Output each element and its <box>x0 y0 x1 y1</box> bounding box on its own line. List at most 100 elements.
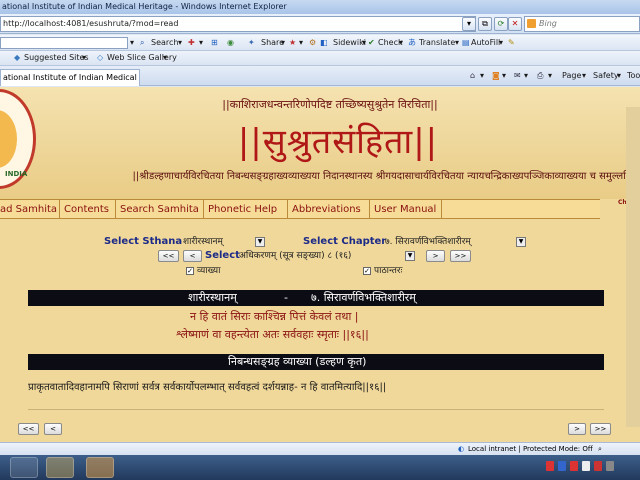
bottom-prev-button[interactable]: < <box>44 423 62 435</box>
page-menu[interactable]: Page <box>562 70 581 82</box>
commentary-header-bar: निबन्धसङ्ग्रह व्याख्या (डल्हण कृत) <box>28 354 604 370</box>
divider <box>28 409 604 410</box>
banner-main-title: ||सुश्रुतसंहिता|| <box>237 122 439 162</box>
mail-icon[interactable]: ✉ <box>514 70 521 82</box>
suggested-sites-link[interactable]: Suggested Sites <box>24 52 89 64</box>
toolbar-dropdown-icon[interactable]: ▾ <box>455 37 459 49</box>
suggested-sites-dropdown-icon[interactable]: ▾ <box>82 52 86 64</box>
search-icon: ⌕ <box>140 38 145 47</box>
adhikarana-select[interactable]: अधिकरणम् (सूत्र सङ्ख्या) ८ (१६) <box>239 250 351 263</box>
toolbar-dropdown-icon[interactable]: ▾ <box>399 37 403 49</box>
header-dash: - <box>284 291 288 304</box>
select-sthana-label: Select Sthana <box>104 236 183 247</box>
banner-subtitle-bottom: ||श्रीडल्हणाचार्यविरचितया निबन्धसङ्ग्रहा… <box>132 171 640 182</box>
autofill-icon: ▤ <box>462 38 470 47</box>
menu-phonetic-help[interactable]: Phonetic Help <box>204 200 288 219</box>
window-title-bar: ational Institute of Indian Medical Heri… <box>0 0 640 14</box>
security-zone-text: Local intranet | Protected Mode: Off <box>468 445 593 453</box>
translate-button[interactable]: Translate <box>419 37 455 49</box>
safety-menu[interactable]: Safety <box>593 70 619 82</box>
last-verse-button[interactable]: >> <box>450 250 471 262</box>
bookmark-icon[interactable]: ✚ <box>188 37 195 49</box>
main-menu: ad Samhita Contents Search Samhita Phone… <box>0 199 600 219</box>
prev-verse-button[interactable]: < <box>183 250 202 262</box>
feeds-dropdown-icon[interactable]: ▾ <box>502 70 506 82</box>
tray-icon-3[interactable] <box>570 461 578 471</box>
toolbar-dropdown-icon[interactable]: ▾ <box>362 37 366 49</box>
bottom-last-button[interactable]: >> <box>590 423 611 435</box>
address-input[interactable]: http://localhost:4081/esushruta/?mod=rea… <box>0 16 476 32</box>
menu-read-samhita[interactable]: ad Samhita <box>0 200 60 219</box>
search-input[interactable]: Bing <box>524 16 640 32</box>
bottom-first-button[interactable]: << <box>18 423 39 435</box>
pathantara-checkbox[interactable]: ✓ <box>363 267 371 275</box>
vyakhya-checkbox[interactable]: ✓ <box>186 267 194 275</box>
feeds-icon[interactable]: ◙ <box>492 70 500 82</box>
pen-icon[interactable]: ✎ <box>508 37 515 49</box>
web-slice-dropdown-icon[interactable]: ▾ <box>163 52 167 64</box>
menu-user-manual[interactable]: User Manual <box>370 200 442 219</box>
address-dropdown-icon[interactable]: ▾ <box>462 17 476 31</box>
address-row: http://localhost:4081/esushruta/?mod=rea… <box>0 14 640 34</box>
refresh-icon[interactable]: ⟳ <box>494 17 508 31</box>
page-scrollbar[interactable] <box>626 107 640 427</box>
first-verse-button[interactable]: << <box>158 250 179 262</box>
tray-icon-6[interactable] <box>606 461 614 471</box>
chapter-header-bar: शारीरस्थानम् - ७. सिरावर्णविभक्तिशारीरम् <box>28 290 604 306</box>
print-icon[interactable]: ⎙ <box>537 70 543 82</box>
tray-icon-5[interactable] <box>594 461 602 471</box>
next-verse-button[interactable]: > <box>426 250 445 262</box>
menu-contents[interactable]: Contents <box>60 200 116 219</box>
popup-blocker-icon[interactable]: ⊞ <box>211 37 218 49</box>
tray-icon-1[interactable] <box>546 461 554 471</box>
settings-icon[interactable]: ⚙ <box>309 37 316 49</box>
google-toolbar: ▾ ⌕ Search ▾ ✚ ▾ ⊞ ◉ ✦ Share ▾ ★ ▾ ⚙ ◧ S… <box>0 35 640 51</box>
toolbar-dropdown-icon[interactable]: ▾ <box>130 37 134 49</box>
page-menu-dropdown-icon[interactable]: ▾ <box>582 70 586 82</box>
spellcheck-icon[interactable]: ◉ <box>227 37 234 49</box>
vyakhya-label: व्याख्या <box>197 266 221 276</box>
toolbar-dropdown-icon[interactable]: ▾ <box>281 37 285 49</box>
suggested-sites-icon: ◆ <box>14 53 21 62</box>
toolbar-search-button[interactable]: Search <box>151 37 178 49</box>
toolbar-search-input[interactable] <box>0 37 128 49</box>
mail-dropdown-icon[interactable]: ▾ <box>524 70 528 82</box>
stop-icon[interactable]: ✕ <box>508 17 522 31</box>
bing-icon <box>527 19 536 28</box>
adhikarana-dropdown-icon[interactable]: ▼ <box>405 251 415 261</box>
app-icon[interactable] <box>86 457 114 478</box>
status-bar: ◐ Local intranet | Protected Mode: Off ⌕ <box>0 442 640 455</box>
compatibility-icon[interactable]: ⧉ <box>478 17 492 31</box>
autofill-button[interactable]: AutoFill <box>471 37 500 49</box>
media-player-icon[interactable] <box>46 457 74 478</box>
sidewiki-button[interactable]: Sidewiki <box>333 37 366 49</box>
header-chapter: ७. सिरावर्णविभक्तिशारीरम् <box>311 291 416 304</box>
home-icon[interactable]: ⌂ <box>470 70 475 82</box>
menu-search-samhita[interactable]: Search Samhita <box>116 200 204 219</box>
sthana-select[interactable]: शारीरस्थानम् <box>183 236 223 249</box>
share-icon: ✦ <box>248 38 255 47</box>
menu-abbreviations[interactable]: Abbreviations <box>288 200 370 219</box>
print-dropdown-icon[interactable]: ▾ <box>548 70 552 82</box>
bottom-next-button[interactable]: > <box>568 423 586 435</box>
chapter-select[interactable]: ७. सिरावर्णविभक्तिशारीरम् <box>385 236 471 249</box>
tab-row: ational Institute of Indian Medical ... … <box>0 66 640 86</box>
chapter-dropdown-icon[interactable]: ▼ <box>516 237 526 247</box>
zoom-icon[interactable]: ⌕ <box>598 443 602 455</box>
toolbar-dropdown-icon[interactable]: ▾ <box>499 37 503 49</box>
folder-icon[interactable] <box>10 457 38 478</box>
tray-icon-4[interactable] <box>582 461 590 471</box>
tools-menu[interactable]: Too <box>627 70 640 82</box>
toolbar-dropdown-icon[interactable]: ▾ <box>178 37 182 49</box>
home-dropdown-icon[interactable]: ▾ <box>480 70 484 82</box>
toolbar-dropdown-icon[interactable]: ▾ <box>299 37 303 49</box>
favorites-bar: ◆ Suggested Sites ▾ ◇ Web Slice Gallery … <box>0 51 640 66</box>
bookmarks-icon[interactable]: ★ <box>289 37 296 49</box>
safety-menu-dropdown-icon[interactable]: ▾ <box>617 70 621 82</box>
tab-current[interactable]: ational Institute of Indian Medical ... <box>0 69 140 86</box>
verse-line-1: न हि वातं सिराः काश्चिन्न पित्तं केवलं त… <box>190 310 359 323</box>
sthana-dropdown-icon[interactable]: ▼ <box>255 237 265 247</box>
window-title: ational Institute of Indian Medical Heri… <box>2 2 287 11</box>
tray-icon-2[interactable] <box>558 461 566 471</box>
toolbar-dropdown-icon[interactable]: ▾ <box>199 37 203 49</box>
